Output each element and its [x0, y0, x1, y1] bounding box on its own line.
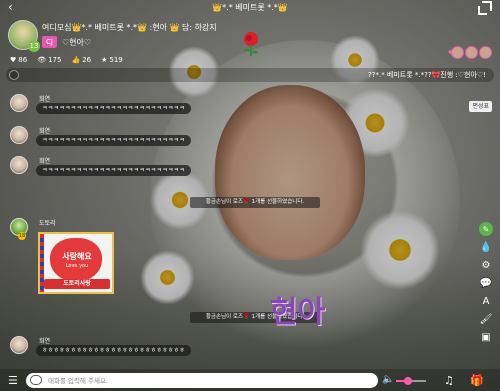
- stat-likes: ♥ 86: [10, 56, 27, 64]
- stat-value: 519: [109, 56, 123, 64]
- room-title: 여디모심👑*.* 베미트롯 *.*👑 :현아 👑 담: 하강지: [42, 23, 217, 32]
- gift-notice: 황금손님이 로즈🌹 1개를 선물하였습니다.: [190, 197, 320, 208]
- thumbs-up-icon: 👍: [71, 56, 81, 64]
- image-icon[interactable]: ▣: [479, 330, 493, 344]
- chat-input[interactable]: [48, 374, 368, 387]
- schedule-button[interactable]: 편성표: [469, 101, 492, 112]
- volume-slider[interactable]: [396, 377, 426, 385]
- stat-viewers: 👁 175: [37, 56, 61, 64]
- stat-value: 26: [82, 56, 92, 64]
- music-note-icon[interactable]: ♫: [444, 374, 454, 387]
- stat-recommends: 👍 26: [71, 56, 91, 64]
- love-sticker: 사랑해요 Love you 도토리사랑: [38, 232, 114, 294]
- chat-username[interactable]: 희연: [39, 94, 50, 103]
- chat-bubble: ㅋㅋㅋㅋㅋㅋㅋㅋㅋㅋㅋㅋㅋㅋㅋㅋㅋㅋㅋㅋㅋㅋㅋㅋㅋ: [36, 165, 192, 176]
- chat-username[interactable]: 희연: [39, 126, 50, 135]
- bottom-bar: ☰ 🔈 ♫ 🎁: [0, 369, 500, 391]
- heart-icon: ♥: [10, 56, 17, 64]
- fan-avatar[interactable]: [451, 46, 464, 59]
- chat-username[interactable]: 희연: [39, 156, 50, 165]
- top-fans[interactable]: [451, 46, 492, 59]
- brush-icon[interactable]: 🖌: [479, 312, 493, 326]
- notice-bar[interactable]: ??*.* 베미트롯 *.*??🎀진행 :♡현아♡!: [6, 68, 494, 82]
- top-bar: ‹ 👑*.* 베미트롯 *.*👑: [0, 0, 500, 14]
- pencil-icon[interactable]: ✎: [479, 222, 493, 236]
- volume-knob[interactable]: [404, 377, 412, 385]
- sticker-subtext: Love you: [65, 263, 89, 269]
- fan-avatar[interactable]: [465, 46, 478, 59]
- text-icon[interactable]: A: [479, 294, 493, 308]
- chat-username[interactable]: 희연: [39, 336, 50, 345]
- chat-avatar[interactable]: [10, 94, 28, 112]
- notice-disc-icon: [9, 70, 19, 80]
- notice-text: ??*.* 베미트롯 *.*??🎀진행 :♡현아♡!: [368, 71, 486, 79]
- sticker-text: 사랑해요: [62, 252, 92, 261]
- drop-icon[interactable]: 💧: [479, 240, 493, 254]
- side-toolbar: ✎ 💧 ⚙ 💬 A 🖌 ▣: [478, 222, 494, 344]
- chat-avatar[interactable]: [10, 336, 28, 354]
- host-name: ♡현아♡: [62, 38, 92, 47]
- rose-icon: [244, 32, 258, 56]
- chat-bubble-icon: [30, 375, 42, 385]
- sticker-ribbon: 도토리사랑: [44, 279, 110, 289]
- user-level-badge: 18: [18, 232, 26, 240]
- chat-bubble: ㅋㅋㅋㅋㅋㅋㅋㅋㅋㅋㅋㅋㅋㅋㅋㅋㅋㅋㅋㅋㅋㅋㅋㅋㅋ: [36, 135, 192, 146]
- host-level-badge: 13: [28, 40, 40, 52]
- back-icon[interactable]: ‹: [8, 1, 13, 13]
- chat-avatar[interactable]: [10, 156, 28, 174]
- chat-avatar[interactable]: [10, 126, 28, 144]
- room-stats: ♥ 86 👁 175 👍 26 ★ 519: [10, 56, 123, 64]
- chat-icon[interactable]: 💬: [479, 276, 493, 290]
- chat-bubble: ㅎㅎㅎㅎㅎㅎㅎㅎㅎㅎㅎㅎㅎㅎㅎㅎㅎㅎㅎㅎㅎㅎㅎㅎㅎ: [36, 345, 192, 356]
- eye-icon: 👁: [37, 56, 47, 64]
- cj-badge: CJ: [42, 36, 57, 48]
- streamer-watermark: 현아: [270, 295, 326, 330]
- collapse-icon[interactable]: [482, 1, 492, 11]
- fan-avatar[interactable]: [479, 46, 492, 59]
- stat-value: 86: [18, 56, 28, 64]
- chat-username[interactable]: 도토리: [39, 218, 56, 227]
- gift-icon[interactable]: 🎁: [470, 374, 484, 387]
- stat-value: 175: [48, 56, 62, 64]
- speaker-icon[interactable]: 🔈: [382, 374, 394, 385]
- stat-stars: ★ 519: [101, 56, 123, 64]
- chat-bubble: ㅋㅋㅋㅋㅋㅋㅋㅋㅋㅋㅋㅋㅋㅋㅋㅋㅋㅋㅋㅋㅋㅋㅋㅋㅋ: [36, 103, 192, 114]
- star-icon: ★: [101, 56, 108, 64]
- room-short-title: 👑*.* 베미트롯 *.*👑: [212, 2, 288, 12]
- menu-icon[interactable]: ☰: [8, 374, 18, 387]
- gear-icon[interactable]: ⚙: [479, 258, 493, 272]
